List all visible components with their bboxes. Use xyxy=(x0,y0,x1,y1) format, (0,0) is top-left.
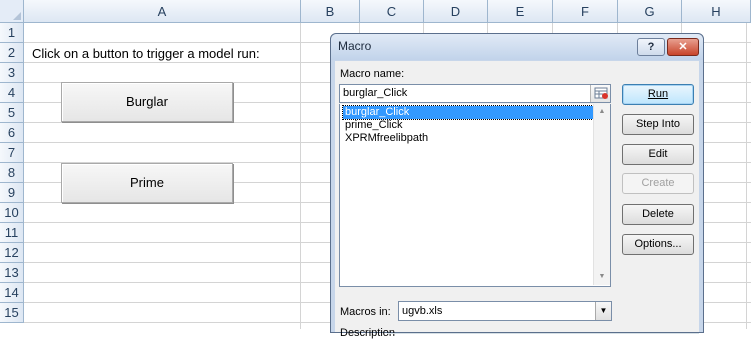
burglar-button[interactable]: Burglar xyxy=(61,82,233,122)
picker-button[interactable] xyxy=(590,85,610,102)
dialog-title: Macro xyxy=(338,39,372,53)
column-header-h[interactable]: H xyxy=(682,0,751,23)
column-header-g[interactable]: G xyxy=(618,0,682,23)
list-item[interactable]: prime_Click xyxy=(343,119,593,132)
create-button[interactable]: Create xyxy=(622,173,694,194)
gridline xyxy=(300,23,301,329)
row-header-3[interactable]: 3 xyxy=(0,63,24,83)
row-header-14[interactable]: 14 xyxy=(0,283,24,303)
column-header-a[interactable]: A xyxy=(24,0,301,23)
row-header-2[interactable]: 2 xyxy=(0,43,24,63)
macros-in-select[interactable]: ugvb.xls ▼ xyxy=(398,301,612,321)
macros-in-label: Macros in: xyxy=(340,306,391,318)
run-button[interactable]: Run xyxy=(622,84,694,105)
row-header-13[interactable]: 13 xyxy=(0,263,24,283)
row-header-12[interactable]: 12 xyxy=(0,243,24,263)
row-header-15[interactable]: 15 xyxy=(0,303,24,323)
run-label: Run xyxy=(647,88,669,100)
row-header-9[interactable]: 9 xyxy=(0,183,24,203)
row-header-1[interactable]: 1 xyxy=(0,23,24,43)
gridline xyxy=(746,23,747,329)
scroll-down-icon[interactable]: ▼ xyxy=(594,269,610,285)
row-header-5[interactable]: 5 xyxy=(0,103,24,123)
column-header-d[interactable]: D xyxy=(424,0,488,23)
row-header-11[interactable]: 11 xyxy=(0,223,24,243)
edit-button[interactable]: Edit xyxy=(622,144,694,165)
list-item[interactable]: XPRMfreelibpath xyxy=(343,132,593,145)
dialog-title-bar[interactable]: Macro ? ✕ xyxy=(331,34,703,60)
step-into-button[interactable]: Step Into xyxy=(622,114,694,135)
close-button[interactable]: ✕ xyxy=(667,38,699,56)
macros-in-value: ugvb.xls xyxy=(402,305,443,317)
options-button[interactable]: Options... xyxy=(622,234,694,255)
macro-dialog: Macro ? ✕ Macro name: burglar_Click burg… xyxy=(330,33,704,339)
picker-icon xyxy=(594,87,608,99)
description-divider xyxy=(387,333,699,334)
column-header-e[interactable]: E xyxy=(488,0,553,23)
dialog-body: Macro name: burglar_Click burglar_Click … xyxy=(335,61,699,339)
macro-name-input[interactable]: burglar_Click xyxy=(339,84,611,103)
row-header-4[interactable]: 4 xyxy=(0,83,24,103)
macro-name-label: Macro name: xyxy=(340,68,405,80)
row-header-10[interactable]: 10 xyxy=(0,203,24,223)
row-header-8[interactable]: 8 xyxy=(0,163,24,183)
column-header-b[interactable]: B xyxy=(301,0,360,23)
column-header-c[interactable]: C xyxy=(360,0,424,23)
help-button[interactable]: ? xyxy=(637,38,665,56)
vertical-scrollbar[interactable]: ▲ ▼ xyxy=(593,104,610,285)
instruction-text: Click on a button to trigger a model run… xyxy=(32,46,260,61)
scroll-up-icon[interactable]: ▲ xyxy=(594,104,610,120)
macro-list[interactable]: burglar_Click prime_Click XPRMfreelibpat… xyxy=(339,104,611,287)
row-header-7[interactable]: 7 xyxy=(0,143,24,163)
dropdown-arrow-icon[interactable]: ▼ xyxy=(595,302,611,320)
delete-button[interactable]: Delete xyxy=(622,204,694,225)
select-all-corner[interactable] xyxy=(0,0,24,23)
prime-button[interactable]: Prime xyxy=(61,163,233,203)
column-header-f[interactable]: F xyxy=(553,0,618,23)
row-header-6[interactable]: 6 xyxy=(0,123,24,143)
list-item[interactable]: burglar_Click xyxy=(342,105,594,120)
